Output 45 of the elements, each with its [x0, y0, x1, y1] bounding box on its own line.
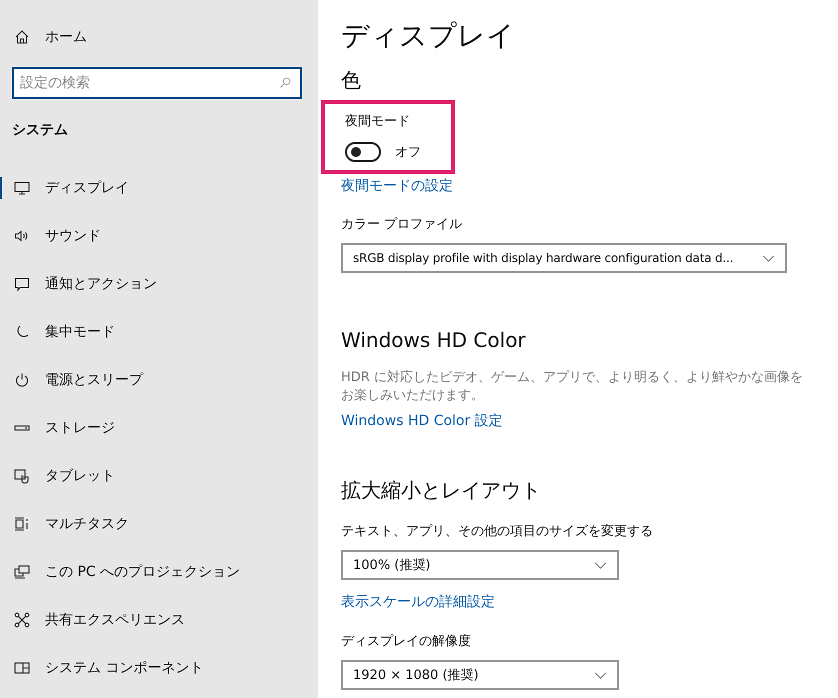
power-icon [14, 372, 30, 388]
chevron-icon [762, 254, 775, 262]
dropdown[interactable]: sRGB display profile with display hardware configuration data d... [341, 243, 787, 273]
setting-label: カラー プロファイル [341, 216, 462, 234]
columns-icon [14, 516, 30, 532]
panel-icon [14, 660, 30, 676]
sidebar-item[interactable]: サウンド [0, 212, 318, 260]
tablet-icon [14, 468, 30, 484]
page-title: ディスプレイ [341, 18, 515, 54]
section-heading: 色 [341, 67, 361, 94]
dropdown[interactable]: 1920 × 1080 (推奨) [341, 660, 619, 690]
toggle-state: オフ [395, 144, 421, 161]
toggle-switch[interactable] [345, 142, 381, 162]
sidebar-item[interactable]: システム コンポーネント [0, 644, 318, 692]
sidebar-item[interactable]: 共有エクスペリエンス [0, 596, 318, 644]
sidebar-item[interactable]: ディスプレイ [0, 164, 318, 212]
dropdown[interactable]: 100% (推奨) [341, 550, 619, 580]
sidebar-item[interactable]: タブレット [0, 452, 318, 500]
message-icon [14, 276, 30, 292]
monitor-icon [14, 180, 30, 196]
section-heading: Windows HD Color [341, 327, 526, 354]
settings-link[interactable]: 夜間モードの設定 [341, 176, 453, 196]
setting-label: テキスト、アプリ、その他の項目のサイズを変更する [341, 523, 653, 541]
sidebar-item[interactable]: 電源とスリープ [0, 356, 318, 404]
settings-link[interactable]: 表示スケールの詳細設定 [341, 592, 495, 612]
settings-link[interactable]: Windows HD Color 設定 [341, 411, 503, 431]
home-link[interactable]: ホーム [0, 25, 318, 49]
sidebar-item[interactable]: 集中モード [0, 308, 318, 356]
sidebar-item[interactable]: この PC へのプロジェクション [0, 548, 318, 596]
section-heading: 拡大縮小とレイアウト [341, 477, 541, 504]
sidebar-item[interactable]: マルチタスク [0, 500, 318, 548]
sidebar-item[interactable]: ストレージ [0, 404, 318, 452]
search-icon [279, 76, 292, 89]
section-heading: システム [12, 121, 69, 140]
setting-label: 夜間モード [345, 113, 411, 131]
home-icon [14, 29, 30, 45]
projector-icon [14, 564, 30, 580]
search-field[interactable]: 設定の検索 [12, 67, 302, 99]
setting-label: ディスプレイの解像度 [341, 633, 471, 651]
share-icon [14, 612, 30, 628]
speaker-icon [14, 228, 30, 244]
description-text: HDR に対応したビデオ、ゲーム、アプリで、より明るく、より鮮やかな画像をお楽しみいただけます。 [341, 369, 804, 405]
chevron-icon [594, 672, 607, 678]
chevron-icon [594, 562, 607, 568]
sidebar-item[interactable]: 通知とアクション [0, 260, 318, 308]
